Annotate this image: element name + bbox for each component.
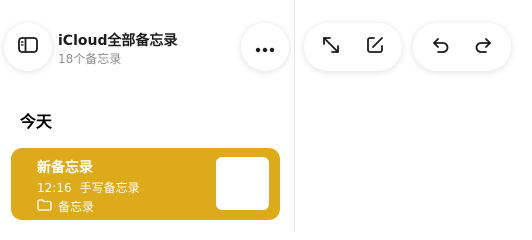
sidebar-icon — [18, 37, 38, 57]
editor-toolbar-group — [304, 23, 402, 71]
folder-icon — [37, 199, 58, 214]
folder-title: iCloud全部备忘录 — [58, 33, 178, 49]
redo-button[interactable] — [462, 23, 506, 71]
sidebar-toggle-button[interactable] — [4, 23, 52, 71]
section-header-today: 今天 — [20, 112, 53, 131]
note-preview: 手写备忘录 — [79, 181, 140, 195]
note-count: 18个备忘录 — [58, 52, 122, 66]
compose-icon — [365, 35, 385, 59]
undo-button[interactable] — [418, 23, 462, 71]
more-button[interactable] — [241, 23, 289, 71]
undo-icon — [430, 36, 450, 58]
note-folder-label: 备忘录 — [58, 200, 95, 214]
note-list-item[interactable]: 新备忘录 12:16 手写备忘录 备忘录 — [11, 148, 280, 220]
redo-icon — [474, 36, 494, 58]
note-meta: 12:16 手写备忘录 — [37, 179, 140, 196]
note-title: 新备忘录 — [37, 160, 93, 176]
ellipsis-icon — [255, 38, 275, 57]
note-folder: 备忘录 — [37, 198, 94, 215]
pane-divider — [294, 0, 295, 232]
undo-redo-group — [413, 23, 511, 71]
note-time: 12:16 — [37, 181, 72, 195]
expand-arrows-icon — [321, 35, 341, 59]
note-thumbnail — [216, 157, 269, 210]
compose-button[interactable] — [353, 23, 397, 71]
expand-button[interactable] — [309, 23, 353, 71]
